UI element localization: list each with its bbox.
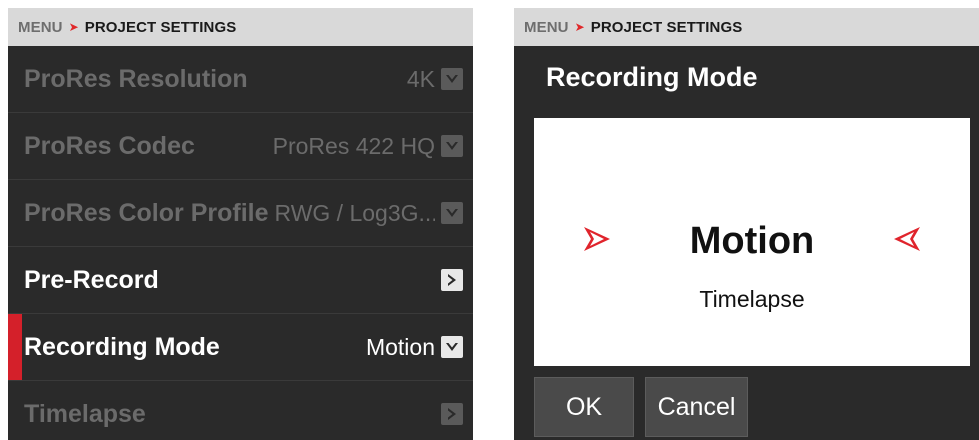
breadcrumb-menu[interactable]: MENU xyxy=(18,19,63,36)
ok-button[interactable]: OK xyxy=(534,377,634,437)
breadcrumb: MENU ➤ PROJECT SETTINGS xyxy=(8,8,473,46)
chevron-down-icon[interactable] xyxy=(441,202,463,224)
cancel-button[interactable]: Cancel xyxy=(645,377,748,437)
breadcrumb-menu[interactable]: MENU xyxy=(524,19,569,36)
setting-row-prores-resolution[interactable]: ProRes Resolution 4K xyxy=(8,46,473,113)
setting-value: RWG / Log3G... xyxy=(274,199,436,226)
recording-mode-dialog: MENU ➤ PROJECT SETTINGS Recording Mode M… xyxy=(514,8,979,440)
setting-label: ProRes Color Profile xyxy=(24,198,269,227)
setting-label: ProRes Resolution xyxy=(24,64,248,93)
setting-label: ProRes Codec xyxy=(24,131,195,160)
setting-value: ProRes 422 HQ xyxy=(272,132,435,159)
setting-value: Motion xyxy=(365,333,435,360)
chevron-right-icon[interactable] xyxy=(441,403,463,425)
chevron-right-icon[interactable] xyxy=(441,269,463,291)
setting-row-timelapse[interactable]: Timelapse xyxy=(8,381,473,440)
setting-row-recording-mode[interactable]: Recording Mode Motion xyxy=(8,314,473,381)
dialog-title: Recording Mode xyxy=(546,62,758,92)
next-option[interactable]: Timelapse xyxy=(534,286,970,313)
setting-label: Recording Mode xyxy=(24,332,220,361)
setting-label: Timelapse xyxy=(24,399,146,428)
setting-value: 4K xyxy=(406,65,435,92)
settings-menu-panel: MENU ➤ PROJECT SETTINGS ProRes Resolutio… xyxy=(8,8,473,440)
breadcrumb-current: PROJECT SETTINGS xyxy=(84,18,237,36)
setting-row-prores-codec[interactable]: ProRes Codec ProRes 422 HQ xyxy=(8,113,473,180)
breadcrumb-separator-icon: ➤ xyxy=(68,20,79,34)
chevron-down-icon[interactable] xyxy=(441,135,463,157)
option-selector[interactable]: Motion Timelapse xyxy=(534,118,970,366)
setting-row-pre-record[interactable]: Pre-Record xyxy=(8,247,473,314)
setting-label: Pre-Record xyxy=(24,265,159,294)
breadcrumb-current: PROJECT SETTINGS xyxy=(590,18,743,36)
arrow-right-icon[interactable] xyxy=(892,224,922,254)
setting-row-prores-color-profile[interactable]: ProRes Color Profile RWG / Log3G... xyxy=(8,180,473,247)
chevron-down-icon[interactable] xyxy=(441,336,463,358)
breadcrumb: MENU ➤ PROJECT SETTINGS xyxy=(514,8,979,46)
breadcrumb-separator-icon: ➤ xyxy=(574,20,585,34)
chevron-down-icon[interactable] xyxy=(441,68,463,90)
